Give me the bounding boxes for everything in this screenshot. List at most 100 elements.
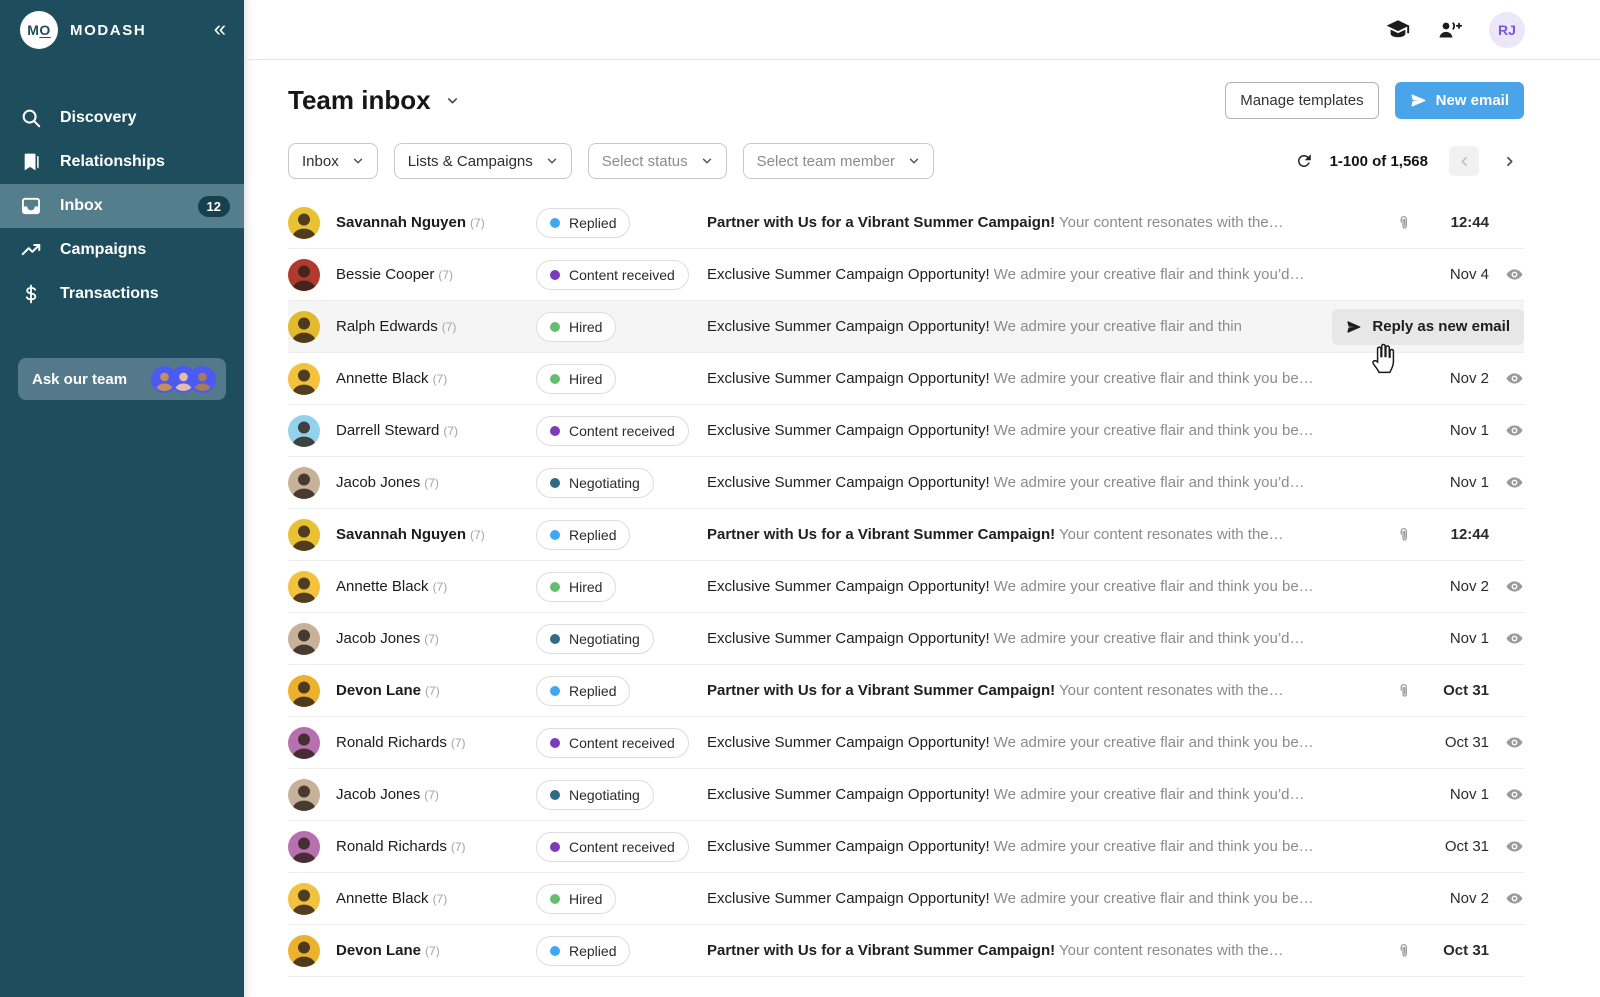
- ask-our-team-label: Ask our team: [32, 370, 128, 388]
- sidebar-nav: Discovery Relationships Inbox 12 Campaigns Tr…: [0, 96, 244, 316]
- email-preview: We admire your creative flair and think …: [993, 266, 1305, 283]
- email-row[interactable]: Bessie Cooper (7) Content received Exclusiv…: [288, 249, 1524, 301]
- email-preview: We admire your creative flair and think …: [993, 786, 1305, 803]
- thread-count: (7): [450, 840, 466, 854]
- thread-count: (7): [424, 476, 439, 490]
- contact-name-cell: Annette Black (7): [336, 370, 536, 387]
- email-meta: Oct 31: [1395, 942, 1524, 960]
- collapse-sidebar-icon[interactable]: «: [214, 17, 226, 43]
- contact-name: Annette Black: [336, 890, 429, 907]
- eye-icon[interactable]: [1504, 785, 1524, 804]
- sidebar-item-transactions[interactable]: Transactions: [0, 272, 244, 316]
- paperclip-icon: [1395, 214, 1413, 232]
- status-badge: Replied: [536, 675, 631, 706]
- status-dot-icon: [550, 893, 560, 904]
- eye-icon[interactable]: [1504, 473, 1524, 492]
- inbox-switcher-chevron-down-icon[interactable]: [445, 93, 460, 108]
- contact-avatar: [288, 830, 320, 863]
- eye-icon[interactable]: [1504, 421, 1524, 440]
- email-subject-preview: Exclusive Summer Campaign Opportunity! W…: [707, 838, 1425, 855]
- academy-icon[interactable]: [1385, 17, 1411, 43]
- eye-icon[interactable]: [1504, 577, 1524, 596]
- status-cell: Replied: [536, 935, 707, 966]
- chevron-down-icon: [908, 155, 920, 167]
- status-dot-icon: [550, 477, 560, 488]
- contact-name: Devon Lane: [336, 682, 422, 699]
- email-date: Nov 4: [1449, 266, 1489, 283]
- thread-count: (7): [441, 320, 457, 334]
- paperclip-icon: [1395, 526, 1413, 544]
- email-subject: Exclusive Summer Campaign Opportunity!: [707, 266, 990, 283]
- main-panel: RJ Team inbox Manage templates New email…: [244, 0, 1600, 997]
- eye-icon[interactable]: [1504, 265, 1524, 284]
- email-preview: We admire your creative flair and think …: [993, 734, 1314, 751]
- email-row[interactable]: Jacob Jones (7) Negotiating Exclusive Summe…: [288, 457, 1524, 509]
- email-subject: Exclusive Summer Campaign Opportunity!: [707, 474, 990, 491]
- email-row[interactable]: Ronald Richards (7) Content received Exclus…: [288, 717, 1524, 769]
- team-member-filter-dropdown[interactable]: Select team member: [742, 143, 935, 179]
- ask-our-team-button[interactable]: Ask our team: [18, 358, 226, 400]
- folder-dropdown[interactable]: Inbox: [288, 143, 378, 179]
- sidebar-item-campaigns[interactable]: Campaigns: [0, 228, 244, 272]
- contact-name: Savannah Nguyen: [336, 526, 467, 543]
- invite-user-icon[interactable]: [1437, 17, 1463, 43]
- status-dot-icon: [550, 581, 560, 592]
- status-dot-icon: [550, 737, 560, 748]
- eye-icon[interactable]: [1504, 733, 1524, 752]
- reply-as-new-email-button[interactable]: Reply as new email: [1332, 308, 1524, 345]
- status-dot-icon: [550, 269, 560, 280]
- status-badge: Hired: [536, 363, 617, 394]
- email-meta: Nov 2: [1437, 577, 1524, 596]
- email-list: Savannah Nguyen (7) Replied Partner with Us…: [288, 197, 1524, 977]
- status-dot-icon: [550, 373, 560, 384]
- email-subject-preview: Exclusive Summer Campaign Opportunity! W…: [707, 630, 1425, 647]
- email-row[interactable]: Savannah Nguyen (7) Replied Partner with Us…: [288, 509, 1524, 561]
- send-icon: [1411, 94, 1425, 107]
- contact-avatar: [288, 726, 320, 759]
- email-meta: Nov 1: [1437, 473, 1524, 492]
- contact-avatar: [288, 622, 320, 655]
- status-dot-icon: [550, 685, 560, 696]
- status-cell: Content received: [536, 415, 707, 446]
- email-row[interactable]: Ronald Richards (7) Content received Exclus…: [288, 821, 1524, 873]
- status-filter-dropdown[interactable]: Select status: [587, 143, 727, 179]
- email-row[interactable]: Savannah Nguyen (7) Replied Partner with Us…: [288, 197, 1524, 249]
- eye-icon[interactable]: [1504, 629, 1524, 648]
- email-meta: Oct 31: [1437, 837, 1524, 856]
- email-row[interactable]: Jacob Jones (7) Negotiating Exclusive Summe…: [288, 769, 1524, 821]
- user-avatar[interactable]: RJ: [1489, 11, 1525, 48]
- eye-icon[interactable]: [1504, 369, 1524, 388]
- email-subject-preview: Exclusive Summer Campaign Opportunity! W…: [707, 266, 1425, 283]
- email-meta: 12:44: [1395, 214, 1524, 232]
- bookmark-icon: [20, 151, 42, 173]
- next-page-button[interactable]: [1494, 146, 1524, 176]
- status-badge: Negotiating: [536, 779, 654, 810]
- email-row[interactable]: Annette Black (7) Hired Exclusive Summer Ca…: [288, 561, 1524, 613]
- lists-campaigns-dropdown[interactable]: Lists & Campaigns: [393, 143, 572, 179]
- contact-name-cell: Devon Lane (7): [336, 682, 536, 699]
- status-badge: Content received: [536, 259, 689, 290]
- email-row[interactable]: Annette Black (7) Hired Exclusive Summer Ca…: [288, 353, 1524, 405]
- thread-count: (7): [470, 528, 485, 542]
- email-row[interactable]: Devon Lane (7) Replied Partner with Us for …: [288, 665, 1524, 717]
- sidebar-item-discovery[interactable]: Discovery: [0, 96, 244, 140]
- email-preview: Your content resonates with the…: [1059, 214, 1284, 231]
- email-row[interactable]: Annette Black (7) Hired Exclusive Summer Ca…: [288, 873, 1524, 925]
- prev-page-button[interactable]: [1449, 146, 1479, 176]
- email-date: Nov 1: [1449, 786, 1489, 803]
- contact-name: Jacob Jones: [336, 630, 421, 647]
- thread-count: (7): [432, 892, 448, 906]
- email-row[interactable]: Darrell Steward (7) Content received Exclus…: [288, 405, 1524, 457]
- email-subject-preview: Exclusive Summer Campaign Opportunity! W…: [707, 318, 1320, 335]
- refresh-icon[interactable]: [1295, 152, 1313, 170]
- eye-icon[interactable]: [1504, 837, 1524, 856]
- email-row[interactable]: Jacob Jones (7) Negotiating Exclusive Summe…: [288, 613, 1524, 665]
- email-row[interactable]: Devon Lane (7) Replied Partner with Us for …: [288, 925, 1524, 977]
- sidebar-item-relationships[interactable]: Relationships: [0, 140, 244, 184]
- email-meta: Reply as new email: [1332, 308, 1524, 345]
- new-email-button[interactable]: New email: [1394, 82, 1524, 119]
- eye-icon[interactable]: [1504, 889, 1524, 908]
- email-row[interactable]: Ralph Edwards (7) Hired Exclusive Summer Ca…: [288, 301, 1524, 353]
- manage-templates-button[interactable]: Manage templates: [1225, 82, 1379, 119]
- sidebar-item-inbox[interactable]: Inbox 12: [0, 184, 244, 228]
